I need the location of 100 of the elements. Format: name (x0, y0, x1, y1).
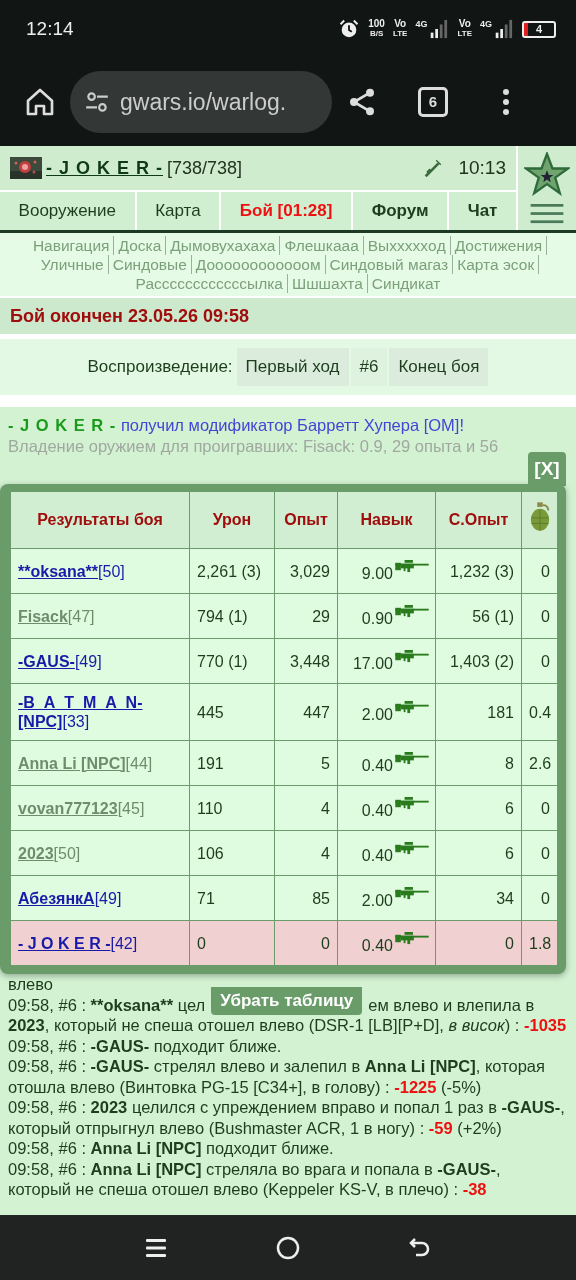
table-cell: 0 (189, 920, 275, 966)
volte-label: Vo (394, 19, 407, 29)
table-cell: 6 (435, 785, 522, 831)
rifle-icon (395, 796, 429, 810)
table-cell: 4 (274, 785, 338, 831)
skill-value: 17.00 (352, 654, 393, 672)
skill-value: 0.40 (361, 756, 393, 774)
rifle-icon (395, 931, 429, 945)
table-cell: 34 (435, 875, 522, 921)
player-cell[interactable]: -GAUS-[49] (10, 638, 190, 684)
log-entry: 09:58, #6 : **oksana** цел (8, 994, 206, 1015)
volte-label: Vo (458, 19, 471, 29)
rifle-icon (395, 604, 429, 618)
table-cell: 2.6 (521, 740, 558, 786)
table-cell: 106 (189, 830, 275, 876)
table-cell: 110 (189, 785, 275, 831)
player-cell[interactable]: АбезянкА[49] (10, 875, 190, 921)
nav-tab[interactable]: Карта (136, 192, 220, 230)
skill-value: 9.00 (361, 564, 393, 582)
table-cell: 56 (1) (435, 593, 522, 639)
log-entry: 09:58, #6 : Anna Li [NPC] стреляла во врага и попала в -GAUS-, который не спеша отошел влево (Keppeler KS-V, в плечо) : -38 (8, 1158, 502, 1200)
table-cell: 1.8 (521, 920, 558, 966)
nav-tab[interactable]: Форум (353, 192, 448, 230)
lte-label: LTE (457, 29, 472, 39)
nav-link[interactable]: Карта эсок (453, 255, 540, 274)
player-name-link[interactable]: - J O K E R - (46, 157, 163, 179)
table-cell: 4 (274, 830, 338, 876)
player-cell[interactable]: - J O K E R -[42] (10, 920, 190, 966)
close-button[interactable]: [X] (528, 452, 566, 486)
table-cell: 3,448 (274, 638, 338, 684)
table-cell: 6 (435, 830, 522, 876)
player-cell[interactable]: 2023[50] (10, 830, 190, 876)
skill-value: 0.40 (361, 801, 393, 819)
table-cell: 0 (521, 638, 558, 684)
table-cell: 0 (521, 875, 558, 921)
address-bar[interactable]: gwars.io/warlog. (70, 71, 332, 133)
log-message: - J O K E R - получил модификатор Барретт Хупера [ОМ]! (8, 415, 466, 436)
replay-label: Воспроизведение: (87, 357, 233, 377)
nav-link[interactable]: Достижения (450, 236, 548, 255)
player-cell[interactable]: Fisack[47] (10, 593, 190, 639)
table-cell: 770 (1) (189, 638, 275, 684)
column-header: Опыт (274, 491, 338, 549)
network-type: 4G (415, 19, 428, 29)
column-header: Результаты боя (10, 491, 190, 549)
replay-button[interactable]: Конец боя (389, 348, 489, 386)
skill-value: 0.90 (361, 609, 393, 627)
battery-indicator: 4 (522, 20, 556, 38)
table-cell: 0 (435, 920, 522, 966)
star-logo-icon[interactable] (524, 152, 570, 196)
nav-link[interactable]: Синдовый магаз (325, 255, 454, 274)
nav-tab[interactable]: Вооружение (0, 192, 135, 230)
nav-link[interactable]: Уличные (36, 255, 109, 274)
table-cell: 445 (189, 683, 275, 741)
nav-tab[interactable]: Чат (449, 192, 516, 230)
rifle-icon (395, 886, 429, 900)
nav-link[interactable]: Дымовухахаха (166, 236, 281, 255)
table-cell: 0 (521, 830, 558, 876)
table-cell: 5 (274, 740, 338, 786)
table-cell: 0.4 (521, 683, 558, 741)
battle-status: Бой окончен 23.05.26 09:58 (0, 298, 576, 334)
alarm-icon (338, 18, 361, 40)
skill-value: 2.00 (361, 891, 393, 909)
player-cell[interactable]: -B_A_T_M_A_N-[NPC][33] (10, 683, 190, 741)
server-time: 10:13 (458, 157, 506, 179)
nav-link[interactable]: Выхххххoд (363, 236, 451, 255)
rifle-icon (395, 559, 429, 573)
home-icon[interactable] (24, 86, 56, 118)
table-cell: 3,029 (274, 548, 338, 594)
table-cell: 71 (189, 875, 275, 921)
table-cell: 0 (521, 785, 558, 831)
nav-link[interactable]: Шшшахта (287, 274, 368, 293)
nav-link[interactable]: Навигация (28, 236, 115, 255)
player-cell[interactable]: **oksana**[50] (10, 548, 190, 594)
tab-switcher-button[interactable]: 6 (418, 87, 448, 117)
replay-button[interactable]: #6 (350, 348, 388, 386)
clock-time: 12:14 (26, 18, 74, 40)
player-cell[interactable]: Anna Li [NPC][44] (10, 740, 190, 786)
nav-link[interactable]: Доска (114, 236, 167, 255)
nav-link[interactable]: Доооооооооооом (191, 255, 326, 274)
table-cell: 85 (274, 875, 338, 921)
table-cell: 191 (189, 740, 275, 786)
nav-link[interactable]: Рассссссссссссылка (131, 274, 288, 293)
speed-unit: B/S (369, 29, 384, 39)
nav-link[interactable]: Синдикат (367, 274, 445, 293)
skill-value: 0.40 (361, 936, 393, 954)
nav-link[interactable]: Флешкааа (280, 236, 364, 255)
lte-label: LTE (392, 29, 408, 39)
rifle-icon (395, 751, 429, 765)
log-entry: 09:58, #6 : -GAUS- подходит ближе. (8, 1035, 283, 1056)
player-cell[interactable]: vovan777123[45] (10, 785, 190, 831)
nav-tab[interactable]: Бой [01:28] (221, 192, 352, 230)
table-cell: 8 (435, 740, 522, 786)
menu-icon[interactable] (502, 88, 510, 116)
network-speed: 100 (368, 19, 385, 29)
home-icon[interactable] (276, 1235, 300, 1260)
grenade-icon (528, 501, 551, 534)
nav-link[interactable]: Синдовые (108, 255, 192, 274)
replay-button[interactable]: Первый ход (236, 348, 349, 386)
table-cell: 1,232 (3) (435, 548, 522, 594)
hide-table-button[interactable]: Убрать таблицу (211, 987, 363, 1015)
